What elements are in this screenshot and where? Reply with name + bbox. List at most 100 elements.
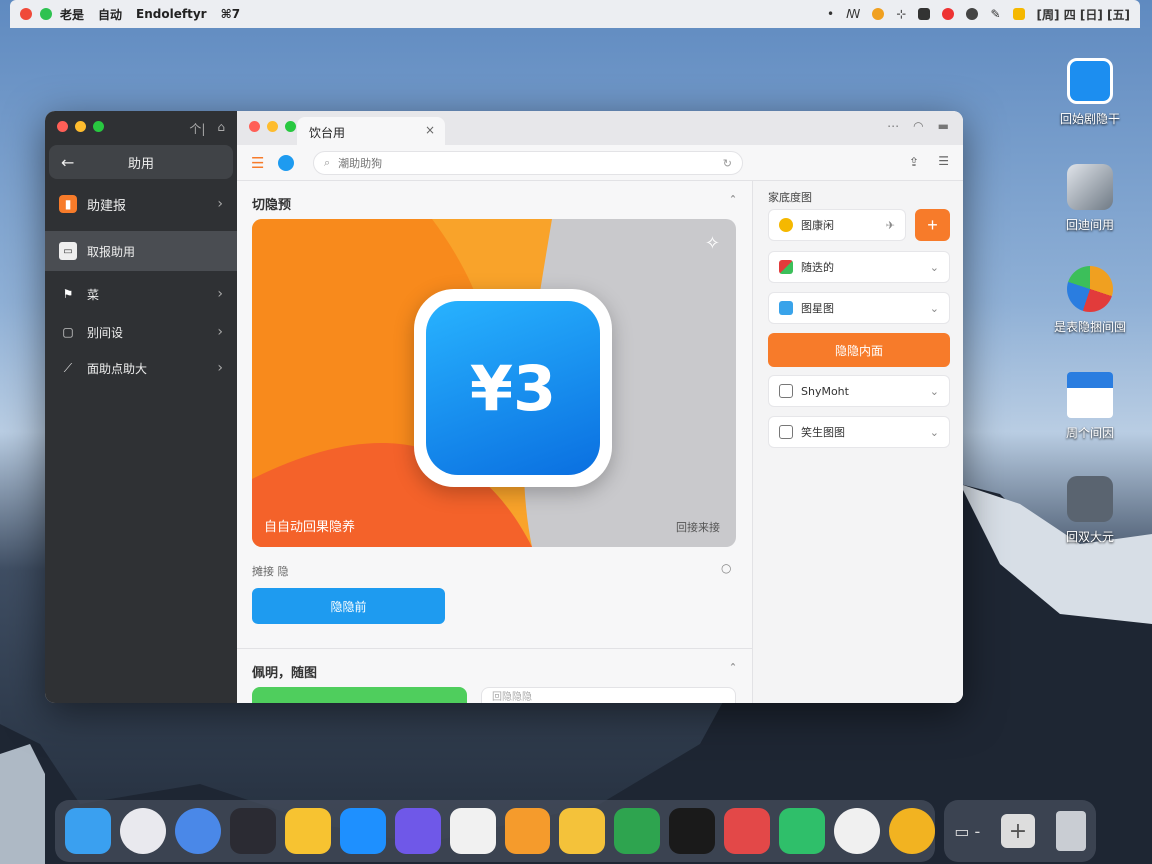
sidebar-item-1[interactable]: ▭ 取报助用 (45, 231, 237, 271)
record-icon[interactable] (942, 8, 955, 20)
sidebar-item-label: 助建报 (87, 198, 127, 214)
sidebar-tool-icon[interactable]: 个| (189, 120, 205, 137)
app-logo: ¥3 (414, 289, 612, 487)
sidebar-item-4[interactable]: ⟋ 面助点助大 › (45, 349, 237, 387)
desktop-icon-5[interactable]: 回双大元 (1040, 476, 1140, 545)
close-tab-window-icon[interactable] (249, 121, 260, 132)
menu-app-name[interactable]: 老是 (60, 6, 84, 23)
chevron-up-icon[interactable]: ˆ (730, 662, 736, 676)
close-icon[interactable]: × (425, 123, 435, 137)
app-icon: ▮ (59, 195, 77, 213)
add-button[interactable]: + (915, 209, 950, 241)
battery-icon[interactable] (918, 8, 931, 20)
apple-menu-icon[interactable] (20, 8, 32, 20)
dock-numbers-icon[interactable] (614, 808, 661, 854)
desktop-icon-1[interactable]: 回始剧隐干 (1040, 58, 1140, 127)
right-row-label: 图康闲 (801, 219, 834, 232)
sparkle-icon: ✧ (704, 233, 720, 254)
dock-notes-icon[interactable] (284, 808, 331, 854)
secondary-input[interactable]: 回隐隐隐 (481, 687, 736, 703)
menu-item-1[interactable]: 自动 (98, 6, 122, 23)
dock-music-icon[interactable] (229, 808, 276, 854)
green-button[interactable] (252, 687, 467, 703)
app-status-icon[interactable] (40, 8, 52, 20)
dock-game-icon[interactable] (669, 808, 716, 854)
desktop-icon-4[interactable]: 周个间因 (1040, 372, 1140, 441)
sidebar-item-0[interactable]: ▮ 助建报 › (45, 185, 237, 223)
minimize-window-icon[interactable] (75, 121, 86, 132)
wifi-icon[interactable]: ◠ (913, 119, 923, 133)
right-row-0[interactable]: 图康闲 ✈ (768, 209, 906, 241)
right-row-2[interactable]: 图星图 ⌄ (768, 292, 950, 324)
arrow-left-icon[interactable]: ← (61, 153, 74, 172)
home-icon[interactable]: ⌂ (217, 120, 225, 137)
sidebar-back-header[interactable]: ← 助用 (49, 145, 233, 179)
trash-icon[interactable] (1055, 811, 1086, 851)
dock-chrome-icon[interactable] (174, 808, 221, 854)
tab-active[interactable]: 饮台用 × (297, 117, 445, 145)
main-area: 饮台用 × ⋯ ◠ ▬ ☰ ⌕ ↻ ⇪ ☰ 切隐预 ˆ (237, 111, 963, 703)
sidebar-item-label: 面助点助大 (87, 361, 148, 376)
window-icon: ▢ (62, 325, 74, 339)
minus-icon[interactable]: ▬ (938, 119, 949, 133)
list-icon[interactable]: ☰ (938, 154, 949, 168)
close-window-icon[interactable] (57, 121, 68, 132)
dock-pay-icon[interactable] (724, 808, 771, 854)
bolt-icon[interactable]: ꟿ (846, 7, 860, 21)
right-row-label: 图星图 (801, 302, 834, 315)
chevron-up-icon[interactable]: ˆ (730, 194, 736, 208)
dock-notes-list-icon[interactable] (449, 808, 496, 854)
menu-bar: 老是 自动 Endoleftyr ⌘7 • ꟿ ⊹ ✎ [周] 四 [日] [五… (10, 0, 1140, 28)
below-banner-label: 摊接 隐 (252, 565, 289, 578)
desktop-icon-2[interactable]: 回迪间用 (1040, 164, 1140, 233)
desktop-icon-label: 回迪间用 (1065, 218, 1114, 232)
dock-files-icon[interactable] (559, 808, 606, 854)
menu-item-3[interactable]: ⌘7 (221, 7, 240, 21)
notification-icon[interactable] (1012, 8, 1025, 20)
logo-icon[interactable] (278, 154, 295, 171)
sidebar: 个| ⌂ ← 助用 ▮ 助建报 › ▭ 取报助用 ⚑ 菜 › ▢ 别间设 › ⟋… (45, 111, 237, 703)
right-row-1[interactable]: 随迭的 ⌄ (768, 251, 950, 283)
bluetooth-icon[interactable]: ⊹ (896, 7, 906, 21)
divider (237, 648, 752, 649)
primary-orange-button[interactable]: 隐隐内面 (768, 333, 950, 367)
zoom-window-icon[interactable] (93, 121, 104, 132)
info-icon[interactable]: ○ (721, 561, 731, 575)
desktop-icon-3[interactable]: 是表隐捆间囤 (1040, 266, 1140, 335)
folder-stack-icon[interactable]: ▭ - (954, 822, 980, 841)
status-circle-icon[interactable] (872, 8, 885, 20)
dot-icon[interactable]: • (827, 7, 834, 21)
dock-maps-icon[interactable] (394, 808, 441, 854)
search-bar[interactable]: ⌕ ↻ (313, 151, 743, 175)
dock-app-store-icon[interactable] (339, 808, 386, 854)
plus-icon[interactable]: + (1000, 814, 1035, 848)
traffic-lights (57, 121, 104, 132)
clock[interactable]: [周] 四 [日] [五] (1037, 6, 1130, 23)
right-row-3[interactable]: ShyMoht ⌄ (768, 375, 950, 407)
dock-tools-icon[interactable] (504, 808, 551, 854)
chevron-down-icon: ⌄ (929, 425, 939, 439)
feature-banner[interactable]: ✧ ¥3 自自动回果隐养 回接来接 (252, 219, 736, 547)
sidebar-tools: 个| ⌂ (189, 120, 225, 137)
dock-photos-icon[interactable] (889, 808, 935, 854)
dots-icon[interactable]: ⋯ (887, 119, 899, 133)
section-title: 切隐预 (252, 198, 292, 213)
share-icon[interactable]: ⇪ (909, 155, 919, 169)
menu-icon[interactable]: ☰ (251, 154, 264, 172)
sidebar-item-2[interactable]: ⚑ 菜 › (45, 275, 237, 313)
dock-phone-icon[interactable] (779, 808, 826, 854)
right-panel-header: 家底度图 (768, 191, 812, 204)
refresh-icon[interactable]: ↻ (723, 157, 732, 170)
minimize-tab-window-icon[interactable] (267, 121, 278, 132)
primary-blue-button[interactable]: 隐隐前 (252, 588, 445, 624)
sidebar-item-3[interactable]: ▢ 别间设 › (45, 313, 237, 351)
dock-color-picker-icon[interactable] (119, 808, 166, 854)
pen-icon[interactable]: ✎ (990, 7, 1000, 21)
dock-spinner-icon[interactable] (834, 808, 881, 854)
dock-finder-icon[interactable] (65, 808, 111, 854)
user-icon[interactable] (966, 8, 979, 20)
search-input[interactable] (338, 156, 723, 170)
menu-item-2[interactable]: Endoleftyr (136, 7, 207, 21)
zoom-tab-window-icon[interactable] (285, 121, 296, 132)
right-row-4[interactable]: 笑生图图 ⌄ (768, 416, 950, 448)
